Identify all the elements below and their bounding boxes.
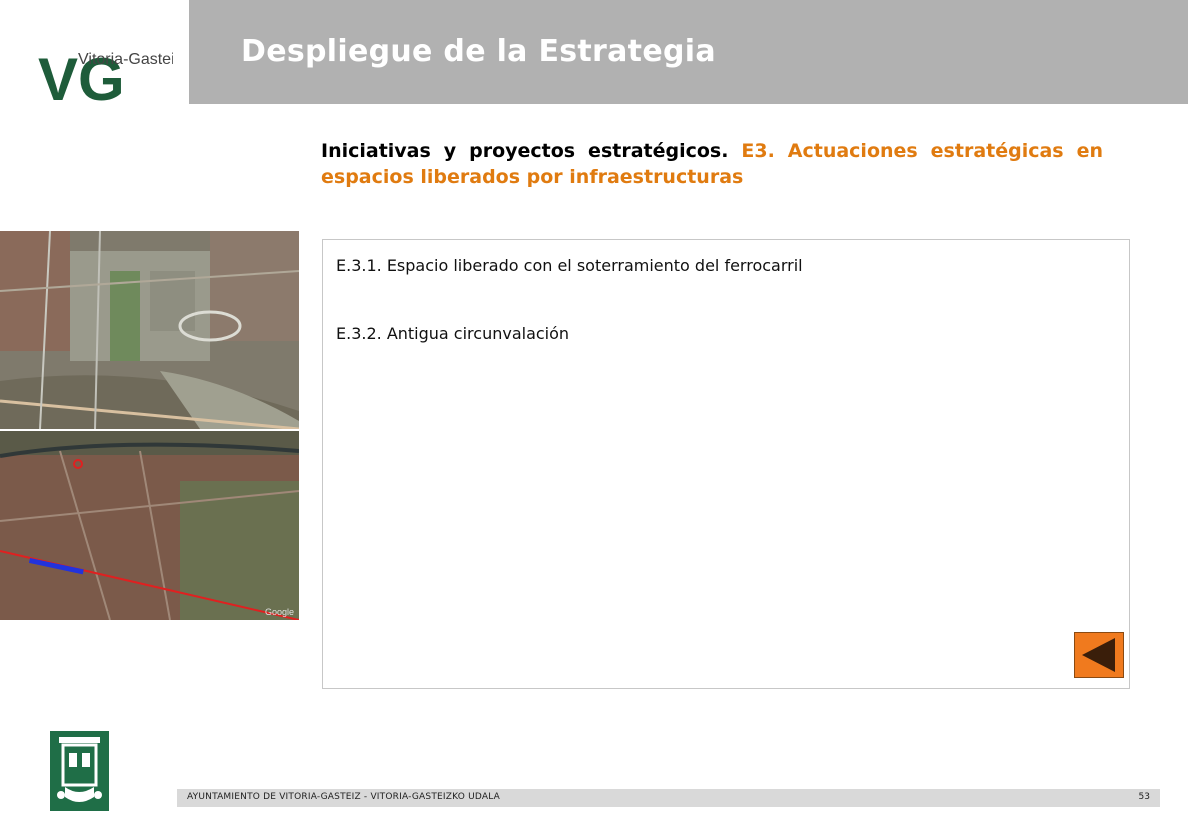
logo-text: Vitoria-Gasteiz (78, 51, 173, 68)
subtitle-lead: Iniciativas y proyectos estratégicos. (321, 140, 729, 162)
footer-bar: AYUNTAMIENTO DE VITORIA-GASTEIZ - VITORI… (177, 789, 1160, 807)
aerial-photo-railway (0, 231, 299, 429)
page-number: 53 (1138, 792, 1150, 802)
city-logo: VG Vitoria-Gasteiz (0, 0, 189, 104)
header-bar: Despliegue de la Estrategia (189, 0, 1188, 104)
list-item: E.3.1. Espacio liberado con el soterrami… (336, 256, 803, 275)
coat-of-arms-logo (50, 731, 109, 811)
map-watermark: Google (265, 607, 294, 617)
vitoria-gasteiz-logo-icon: VG Vitoria-Gasteiz (38, 46, 173, 104)
castle-crest-icon (50, 731, 109, 811)
content-panel: E.3.1. Espacio liberado con el soterrami… (322, 239, 1130, 689)
back-button[interactable] (1074, 632, 1124, 678)
satellite-map-photo: Google (0, 431, 299, 620)
page-title: Despliegue de la Estrategia (241, 34, 716, 69)
left-triangle-icon (1082, 638, 1115, 672)
list-item: E.3.2. Antigua circunvalación (336, 324, 570, 343)
footer-text: AYUNTAMIENTO DE VITORIA-GASTEIZ - VITORI… (187, 792, 500, 802)
section-subtitle: Iniciativas y proyectos estratégicos. E3… (321, 138, 1103, 190)
